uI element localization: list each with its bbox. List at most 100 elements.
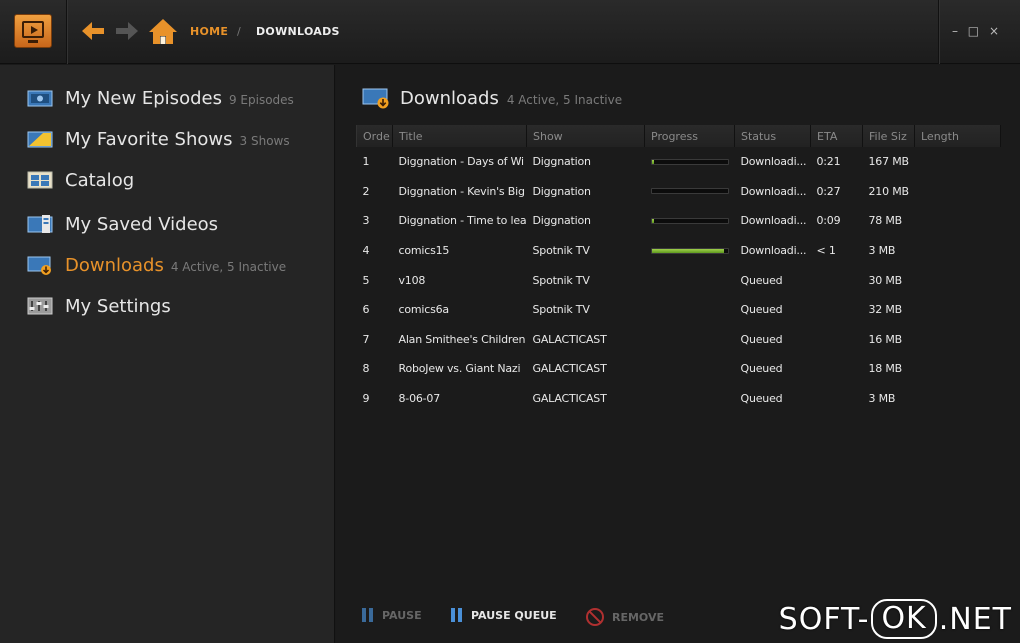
cell-progress bbox=[645, 295, 735, 325]
breadcrumb-separator: / bbox=[237, 25, 242, 38]
cell-order: 4 bbox=[362, 244, 370, 258]
favorite-shows-icon bbox=[27, 129, 53, 149]
forward-arrow-icon[interactable] bbox=[115, 21, 139, 41]
cell-order: 6 bbox=[362, 303, 370, 317]
close-icon[interactable]: × bbox=[989, 24, 1002, 38]
cell-file-size: 78 MB bbox=[868, 214, 903, 228]
cell-file-size: 3 MB bbox=[868, 392, 896, 406]
cell-progress bbox=[645, 147, 735, 177]
table-row[interactable]: 7 Alan Smithee's Children GALACTICAST Queue… bbox=[357, 325, 1001, 355]
downloads-icon bbox=[362, 87, 390, 109]
watermark: SOFT- OK .NET bbox=[779, 599, 1012, 639]
cell-status: Downloadi... bbox=[740, 214, 807, 228]
remove-icon bbox=[586, 608, 604, 626]
downloads-table: Orde Title Show Progress Status ETA File… bbox=[356, 125, 1001, 413]
tv-logo-icon[interactable] bbox=[14, 14, 52, 48]
cell-show: GALACTICAST bbox=[532, 362, 607, 376]
cell-file-size: 32 MB bbox=[868, 303, 903, 317]
sidebar-item-count: 3 Shows bbox=[239, 134, 290, 148]
progress-bar bbox=[650, 158, 729, 165]
maximize-icon[interactable]: □ bbox=[968, 24, 982, 38]
column-header-title[interactable]: Title bbox=[392, 125, 527, 147]
progress-fill bbox=[651, 218, 654, 223]
column-header-file-size[interactable]: File Siz bbox=[862, 125, 915, 147]
cell-file-size: 30 MB bbox=[868, 273, 903, 287]
breadcrumb-home[interactable]: HOME bbox=[190, 25, 228, 38]
new-episodes-icon bbox=[27, 88, 53, 108]
sidebar-item-label: My Saved Videos bbox=[65, 213, 219, 235]
sidebar-item-settings[interactable]: My Settings bbox=[27, 291, 171, 321]
table-row[interactable]: 1 Diggnation - Days of Wi Diggnation Downlo… bbox=[357, 147, 1001, 177]
sidebar-item-catalog[interactable]: Catalog bbox=[27, 165, 134, 195]
cell-progress bbox=[645, 177, 735, 207]
cell-length bbox=[915, 147, 1001, 177]
cell-length bbox=[915, 265, 1001, 295]
cell-order: 3 bbox=[362, 214, 370, 228]
minimize-icon[interactable]: – bbox=[952, 24, 961, 38]
cell-eta: 0:09 bbox=[816, 214, 841, 228]
sidebar-item-new-episodes[interactable]: My New Episodes 9 Episodes bbox=[27, 83, 294, 113]
remove-label: REMOVE bbox=[612, 610, 665, 624]
cell-status: Queued bbox=[740, 362, 783, 376]
cell-order: 1 bbox=[362, 155, 370, 169]
cell-length bbox=[915, 325, 1001, 355]
sidebar: My New Episodes 9 Episodes My Favorite S… bbox=[0, 65, 335, 643]
cell-progress bbox=[645, 325, 735, 355]
pause-label: PAUSE bbox=[382, 608, 422, 622]
watermark-text: SOFT- bbox=[778, 601, 870, 637]
sidebar-item-saved-videos[interactable]: My Saved Videos bbox=[27, 209, 218, 239]
cell-status: Downloadi... bbox=[740, 244, 807, 258]
page-title: Downloads bbox=[400, 87, 499, 109]
cell-file-size: 3 MB bbox=[868, 244, 896, 258]
cell-eta bbox=[811, 325, 863, 355]
cell-length bbox=[915, 295, 1001, 325]
sidebar-item-downloads[interactable]: Downloads 4 Active, 5 Inactive bbox=[27, 250, 286, 280]
column-header-show[interactable]: Show bbox=[526, 125, 645, 147]
column-header-length[interactable]: Length bbox=[914, 125, 1001, 147]
watermark-text: OK bbox=[871, 599, 937, 639]
progress-fill bbox=[651, 159, 654, 164]
cell-status: Queued bbox=[740, 303, 783, 317]
table-row[interactable]: 4 comics15 Spotnik TV Downloadi... < 1 3 MB bbox=[357, 236, 1001, 266]
page-subtitle: 4 Active, 5 Inactive bbox=[506, 93, 623, 107]
cell-title: Diggnation - Days of Wi bbox=[398, 155, 525, 169]
cell-title: comics6a bbox=[398, 303, 450, 317]
cell-show: GALACTICAST bbox=[532, 332, 607, 346]
cell-status: Downloadi... bbox=[740, 155, 807, 169]
table-row[interactable]: 3 Diggnation - Time to lea Diggnation Downl… bbox=[357, 206, 1001, 236]
cell-order: 2 bbox=[362, 184, 370, 198]
progress-bar bbox=[650, 188, 729, 195]
cell-status: Queued bbox=[740, 332, 783, 346]
pause-queue-button[interactable]: PAUSE QUEUE bbox=[451, 608, 557, 622]
column-header-progress[interactable]: Progress bbox=[644, 125, 735, 147]
table-row[interactable]: 8 RoboJew vs. Giant Nazi GALACTICAST Queued… bbox=[357, 354, 1001, 384]
back-arrow-icon[interactable] bbox=[81, 21, 105, 41]
cell-file-size: 167 MB bbox=[868, 155, 910, 169]
remove-button[interactable]: REMOVE bbox=[586, 608, 664, 626]
table-row[interactable]: 6 comics6a Spotnik TV Queued 32 MB bbox=[357, 295, 1001, 325]
cell-show: Diggnation bbox=[532, 214, 591, 228]
sidebar-item-count: 9 Episodes bbox=[228, 93, 294, 107]
progress-bar bbox=[650, 217, 729, 224]
cell-title: Alan Smithee's Children bbox=[398, 332, 526, 346]
sidebar-item-favorite-shows[interactable]: My Favorite Shows 3 Shows bbox=[27, 124, 290, 154]
cell-order: 5 bbox=[362, 273, 370, 287]
table-row[interactable]: 2 Diggnation - Kevin's Big Diggnation Downl… bbox=[357, 177, 1001, 207]
column-header-order[interactable]: Orde bbox=[356, 125, 393, 147]
downloads-icon bbox=[27, 255, 53, 275]
cell-progress bbox=[645, 206, 735, 236]
title-bar: HOME / DOWNLOADS – □ × bbox=[0, 0, 1020, 64]
cell-eta: < 1 bbox=[816, 244, 836, 258]
table-row[interactable]: 9 8-06-07 GALACTICAST Queued 3 MB bbox=[357, 384, 1001, 414]
cell-title: v108 bbox=[398, 273, 426, 287]
cell-file-size: 18 MB bbox=[868, 362, 903, 376]
column-header-eta[interactable]: ETA bbox=[810, 125, 863, 147]
column-header-status[interactable]: Status bbox=[734, 125, 811, 147]
cell-title: comics15 bbox=[398, 244, 450, 258]
table-row[interactable]: 5 v108 Spotnik TV Queued 30 MB bbox=[357, 265, 1001, 295]
cell-title: 8-06-07 bbox=[398, 392, 441, 406]
home-icon[interactable] bbox=[148, 17, 178, 45]
sidebar-item-label: Catalog bbox=[65, 169, 135, 191]
pause-button[interactable]: PAUSE bbox=[362, 608, 422, 622]
cell-title: Diggnation - Kevin's Big bbox=[398, 184, 525, 198]
